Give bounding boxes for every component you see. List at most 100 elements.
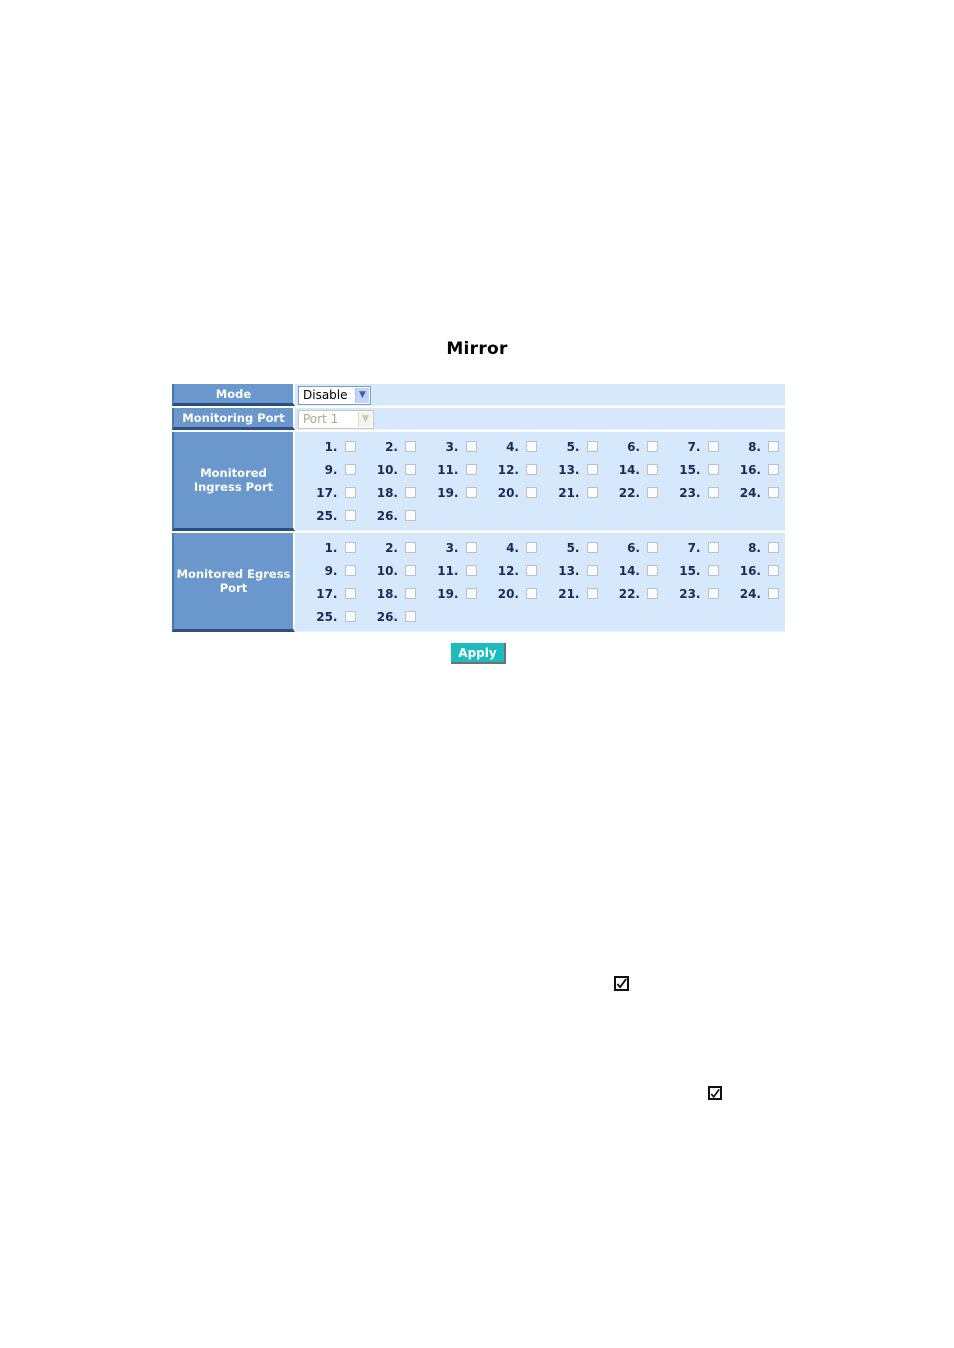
ingress-port-checkbox[interactable] bbox=[768, 441, 779, 452]
ingress-port-checkbox[interactable] bbox=[344, 441, 356, 452]
ingress-port-checkbox[interactable] bbox=[344, 464, 356, 475]
port-number-label: 10. bbox=[376, 563, 398, 578]
ingress-port-checkbox[interactable] bbox=[526, 487, 537, 498]
ingress-port-20: 20. bbox=[477, 486, 537, 500]
egress-port-checkbox[interactable] bbox=[405, 565, 416, 576]
port-number-label: 26. bbox=[376, 508, 398, 523]
egress-port-11: 11. bbox=[416, 564, 477, 578]
egress-port-2: 2. bbox=[356, 540, 416, 555]
egress-port-checkbox[interactable] bbox=[647, 565, 658, 576]
ingress-port-checkbox[interactable] bbox=[707, 487, 719, 498]
ingress-port-checkbox[interactable] bbox=[465, 487, 477, 498]
egress-port-checkbox[interactable] bbox=[465, 542, 477, 553]
ingress-port-19: 19. bbox=[416, 486, 477, 500]
ingress-port-checkbox[interactable] bbox=[465, 441, 477, 452]
egress-port-checkbox[interactable] bbox=[526, 588, 537, 599]
ingress-port-checkbox[interactable] bbox=[526, 441, 537, 452]
chevron-down-icon[interactable]: ▼ bbox=[358, 411, 372, 427]
ingress-port-checkbox[interactable] bbox=[707, 464, 719, 475]
ingress-label: Monitored Ingress Port bbox=[172, 432, 295, 531]
port-number-label: 13. bbox=[558, 563, 580, 578]
port-number-label: 14. bbox=[618, 563, 640, 578]
ingress-port-checkbox[interactable] bbox=[405, 510, 416, 521]
egress-port-15: 15. bbox=[658, 564, 719, 578]
egress-port-16: 16. bbox=[719, 564, 779, 578]
egress-port-checkbox[interactable] bbox=[768, 588, 779, 599]
ingress-port-checkbox[interactable] bbox=[647, 464, 658, 475]
egress-port-checkbox[interactable] bbox=[344, 565, 356, 576]
ingress-port-checkbox[interactable] bbox=[344, 487, 356, 498]
ingress-port-21: 21. bbox=[537, 486, 598, 500]
port-number-label: 25. bbox=[316, 508, 338, 523]
ingress-port-checkbox[interactable] bbox=[465, 464, 477, 475]
ingress-port-25: 25. bbox=[295, 509, 356, 523]
egress-port-checkbox[interactable] bbox=[768, 565, 779, 576]
port-number-label: 23. bbox=[679, 485, 701, 500]
port-number-label: 8. bbox=[748, 439, 761, 454]
egress-port-checkbox[interactable] bbox=[647, 542, 658, 553]
egress-port-checkbox[interactable] bbox=[707, 542, 719, 553]
port-number-label: 13. bbox=[558, 462, 580, 477]
port-number-label: 23. bbox=[679, 586, 701, 601]
ingress-port-checkbox[interactable] bbox=[405, 464, 416, 475]
egress-port-checkbox[interactable] bbox=[465, 565, 477, 576]
port-number-label: 18. bbox=[376, 485, 398, 500]
egress-port-7: 7. bbox=[658, 541, 719, 555]
port-row: 25. 26. bbox=[295, 504, 779, 527]
ingress-port-checkbox[interactable] bbox=[586, 441, 598, 452]
apply-button[interactable]: Apply bbox=[451, 643, 506, 664]
ingress-port-checkbox[interactable] bbox=[768, 464, 779, 475]
egress-port-checkbox[interactable] bbox=[586, 565, 598, 576]
ingress-port-7: 7. bbox=[658, 440, 719, 454]
mode-select[interactable]: Disable ▼ bbox=[298, 385, 371, 405]
egress-port-checkbox[interactable] bbox=[647, 588, 658, 599]
egress-port-checkbox[interactable] bbox=[526, 542, 537, 553]
ingress-port-checkbox[interactable] bbox=[405, 487, 416, 498]
port-number-label: 6. bbox=[627, 439, 640, 454]
port-number-label: 11. bbox=[437, 462, 459, 477]
egress-port-checkbox[interactable] bbox=[768, 542, 779, 553]
port-number-label: 26. bbox=[376, 609, 398, 624]
port-row: 9. 10. 11. 12. 13. 14. 15. 16. bbox=[295, 458, 779, 481]
egress-port-checkbox[interactable] bbox=[405, 611, 416, 622]
egress-row: Monitored Egress Port 1. 2. 3. 4. 5. 6. 7. 8. 9.… bbox=[172, 533, 785, 632]
egress-port-checkbox[interactable] bbox=[344, 588, 356, 599]
egress-port-checkbox[interactable] bbox=[344, 542, 356, 553]
port-number-label: 17. bbox=[316, 485, 338, 500]
port-number-label: 6. bbox=[627, 540, 640, 555]
ingress-port-checkbox[interactable] bbox=[647, 487, 658, 498]
chevron-down-icon[interactable]: ▼ bbox=[355, 387, 369, 403]
port-number-label: 5. bbox=[566, 439, 580, 454]
egress-port-checkbox[interactable] bbox=[405, 588, 416, 599]
port-row: 1. 2. 3. 4. 5. 6. 7. 8. bbox=[295, 536, 779, 559]
monitoring-port-select[interactable]: Port 1 ▼ bbox=[298, 409, 374, 429]
egress-port-checkbox[interactable] bbox=[586, 542, 598, 553]
ingress-port-22: 22. bbox=[598, 486, 658, 500]
ingress-port-checkbox[interactable] bbox=[405, 441, 416, 452]
ingress-port-checkbox[interactable] bbox=[586, 464, 598, 475]
ingress-port-2: 2. bbox=[356, 440, 416, 454]
egress-port-checkbox[interactable] bbox=[465, 588, 477, 599]
ingress-port-grid: 1. 2. 3. 4. 5. 6. 7. 8. 9. 10. 11. 12. 13. 14. 15. 16. 1… bbox=[295, 432, 785, 530]
ingress-port-checkbox[interactable] bbox=[768, 487, 779, 498]
ingress-port-checkbox[interactable] bbox=[647, 441, 658, 452]
ingress-port-15: 15. bbox=[658, 463, 719, 477]
egress-port-26: 26. bbox=[356, 609, 416, 624]
port-number-label: 3. bbox=[445, 439, 459, 454]
egress-port-checkbox[interactable] bbox=[586, 588, 598, 599]
ingress-port-14: 14. bbox=[598, 463, 658, 477]
ingress-port-checkbox[interactable] bbox=[526, 464, 537, 475]
egress-port-checkbox[interactable] bbox=[707, 565, 719, 576]
ingress-port-checkbox[interactable] bbox=[586, 487, 598, 498]
port-row: 9. 10. 11. 12. 13. 14. 15. 16. bbox=[295, 559, 779, 582]
egress-port-checkbox[interactable] bbox=[526, 565, 537, 576]
port-number-label: 2. bbox=[385, 540, 398, 555]
egress-port-checkbox[interactable] bbox=[405, 542, 416, 553]
egress-port-checkbox[interactable] bbox=[344, 611, 356, 622]
ingress-port-10: 10. bbox=[356, 463, 416, 477]
page-title: Mirror bbox=[446, 339, 508, 359]
port-number-label: 19. bbox=[437, 485, 459, 500]
egress-port-checkbox[interactable] bbox=[707, 588, 719, 599]
ingress-port-checkbox[interactable] bbox=[344, 510, 356, 521]
ingress-port-checkbox[interactable] bbox=[707, 441, 719, 452]
